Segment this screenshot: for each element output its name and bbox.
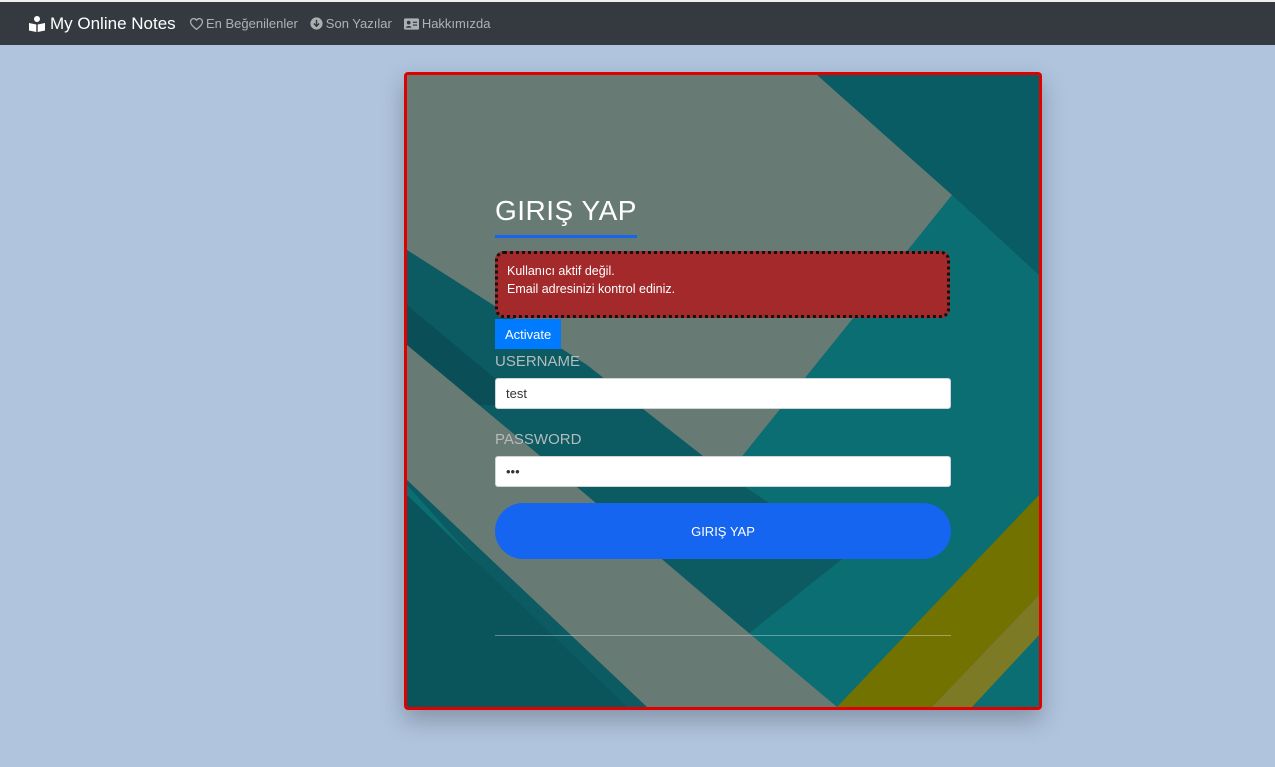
top-navbar: My Online Notes En Beğenilenler Son Yazı…: [0, 0, 1275, 45]
nav-item-about[interactable]: Hakkımızda: [403, 16, 491, 31]
username-input[interactable]: [495, 378, 951, 409]
activate-button[interactable]: Activate: [495, 319, 562, 349]
nav-label-about: Hakkımızda: [421, 16, 491, 31]
login-title: GIRIŞ YAP: [495, 195, 637, 238]
brand-link[interactable]: My Online Notes: [28, 14, 176, 34]
divider-line: [495, 635, 951, 636]
book-reader-icon: [29, 16, 45, 32]
login-submit-button[interactable]: GIRIŞ YAP: [495, 503, 951, 559]
password-input[interactable]: [495, 456, 951, 487]
arrow-down-circle-icon: [310, 17, 323, 30]
alert-line-1: Kullanıcı aktif değil.: [507, 264, 615, 278]
password-label: PASSWORD: [495, 431, 582, 448]
brand-title: My Online Notes: [50, 14, 176, 33]
nav-label-favorites: En Beğenilenler: [206, 16, 298, 31]
username-label: USERNAME: [495, 353, 581, 370]
nav-label-latest: Son Yazılar: [325, 16, 392, 31]
nav-item-favorites[interactable]: En Beğenilenler: [190, 16, 298, 31]
heart-icon: [190, 17, 203, 30]
login-title-wrap: GIRIŞ YAP: [495, 195, 637, 238]
login-card: GIRIŞ YAP Kullanıcı aktif değil. Email a…: [404, 72, 1042, 710]
id-card-icon: [403, 17, 419, 30]
error-alert: Kullanıcı aktif değil. Email adresinizi …: [495, 251, 950, 318]
alert-line-2: Email adresinizi kontrol ediniz.: [507, 282, 676, 296]
nav-menu: En Beğenilenler Son Yazılar Hakkımızda: [190, 16, 490, 31]
nav-item-latest[interactable]: Son Yazılar: [310, 16, 392, 31]
